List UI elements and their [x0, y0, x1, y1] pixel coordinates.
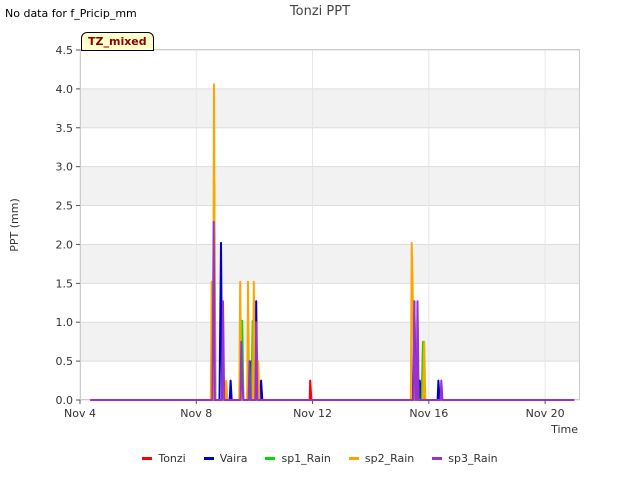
grid-band	[80, 244, 580, 284]
x-tick-label: Nov 16	[409, 407, 448, 420]
legend-label: Vaira	[219, 452, 248, 465]
series-line-sp1_rain	[90, 182, 575, 401]
legend-swatch	[265, 457, 276, 460]
legend-swatch	[203, 457, 214, 460]
timezone-badge: TZ_mixed	[81, 32, 154, 51]
legend-swatch	[348, 457, 359, 460]
grid-band	[80, 166, 580, 206]
y-tick-label: 0.0	[56, 394, 74, 407]
y-tick-label: 4.5	[56, 44, 74, 57]
y-axis-title: PPT (mm)	[8, 198, 21, 252]
legend-swatch	[432, 457, 443, 460]
y-tick-label: 0.5	[56, 355, 74, 368]
legend-item-sp1_rain: sp1_Rain	[265, 452, 331, 465]
y-tick-label: 2.0	[56, 238, 74, 251]
grid-band	[80, 322, 580, 362]
chart-title: Tonzi PPT	[289, 4, 350, 19]
legend-label: Tonzi	[158, 452, 186, 465]
y-tick-label: 3.0	[56, 161, 74, 174]
x-tick-label: Nov 20	[526, 407, 565, 420]
legend-item-sp2_rain: sp2_Rain	[348, 452, 415, 465]
legend-item-tonzi: Tonzi	[142, 452, 186, 465]
x-axis-title: Time	[550, 423, 578, 436]
y-tick-label: 1.0	[56, 316, 74, 329]
legend-item-sp3_rain: sp3_Rain	[432, 452, 498, 465]
legend-label: sp3_Rain	[448, 452, 498, 465]
chart-legend: Tonzi Vaira sp1_Rain sp2_Rain sp3_Rain	[0, 452, 640, 465]
y-tick-label: 2.5	[56, 200, 74, 213]
series-line-tonzi	[90, 379, 575, 401]
legend-swatch	[142, 457, 153, 460]
y-tick-label: 1.5	[56, 277, 74, 290]
x-tick-label: Nov 12	[293, 407, 332, 420]
y-tick-label: 3.5	[56, 122, 74, 135]
legend-item-vaira: Vaira	[203, 452, 248, 465]
x-tick-label: Nov 8	[180, 407, 212, 420]
ppt-chart: Nov 4 Nov 8 Nov 12 Nov 16 Nov 20 0.0 0.5 1.0 1.…	[8, 4, 580, 436]
legend-label: sp2_Rain	[364, 452, 415, 465]
x-tick-label: Nov 4	[64, 407, 96, 420]
legend-label: sp1_Rain	[281, 452, 331, 465]
y-tick-label: 4.0	[56, 83, 74, 96]
grid-band	[80, 88, 580, 128]
